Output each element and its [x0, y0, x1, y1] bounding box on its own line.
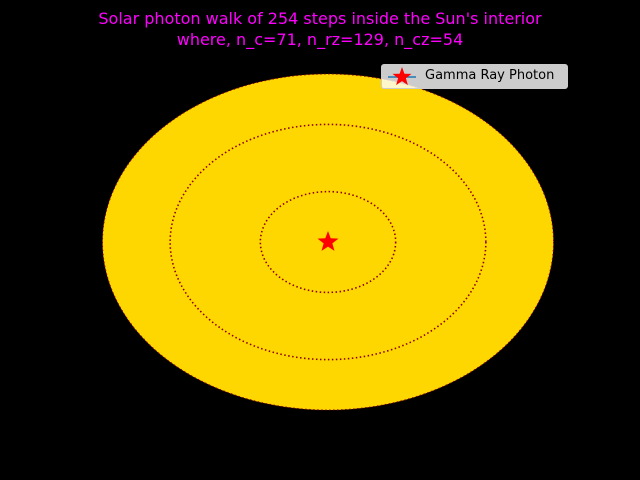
legend-star-marker [392, 67, 412, 86]
legend-label: Gamma Ray Photon [425, 68, 555, 83]
figure: Solar photon walk of 254 steps inside th… [0, 0, 640, 480]
legend: Gamma Ray Photon [381, 64, 568, 89]
legend-handle-star-icon [388, 67, 416, 86]
